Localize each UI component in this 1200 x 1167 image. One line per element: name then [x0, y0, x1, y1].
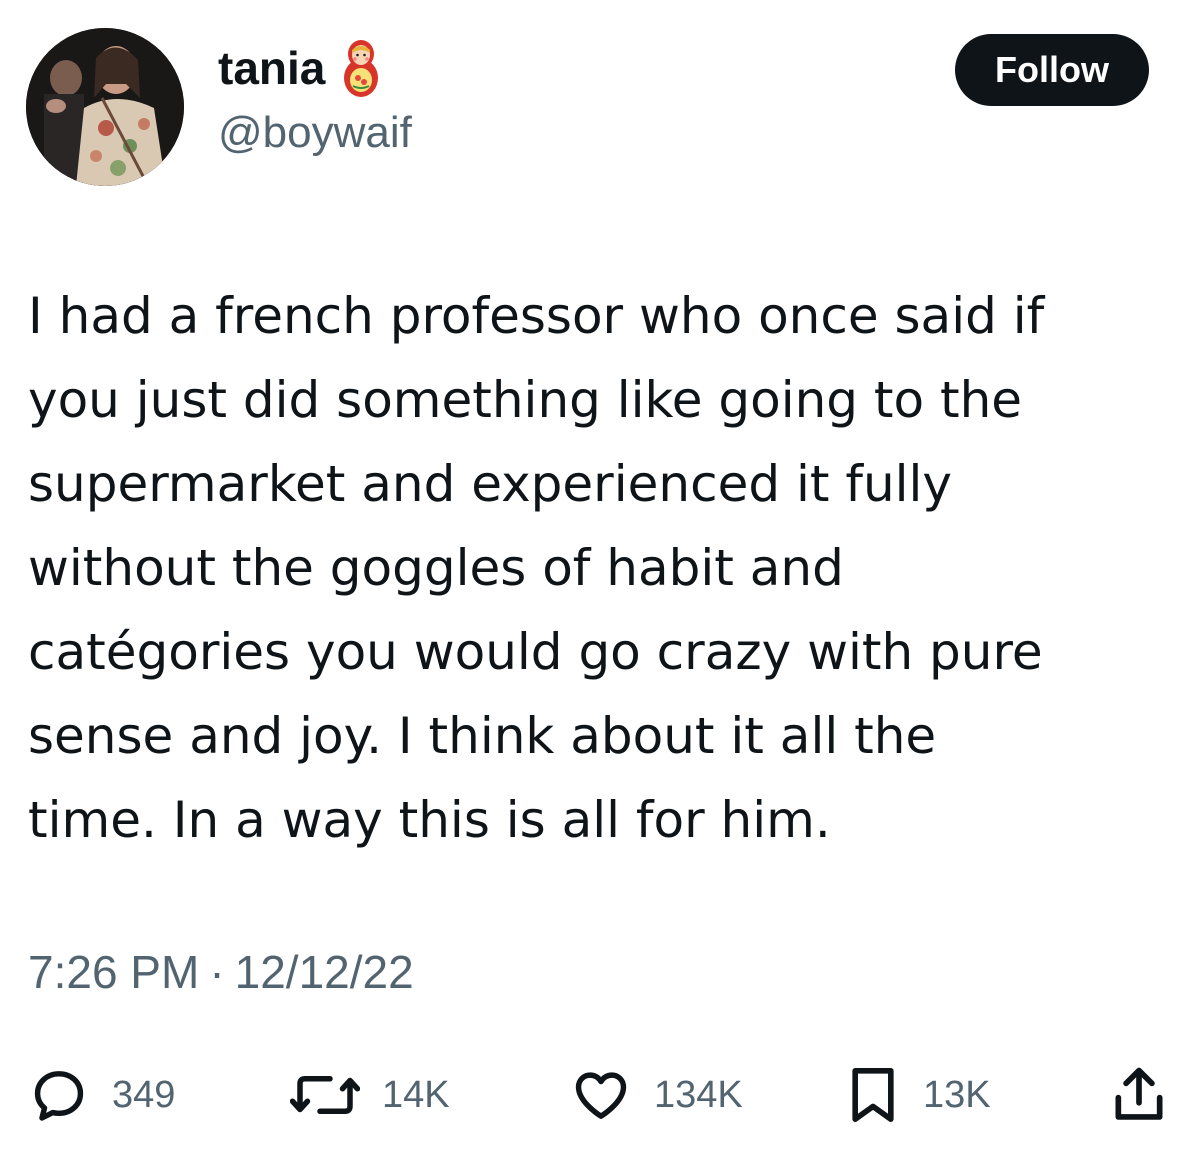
display-name[interactable]: tania: [218, 41, 325, 95]
like-button[interactable]: 134K: [570, 1060, 743, 1130]
follow-button[interactable]: Follow: [955, 34, 1149, 106]
bookmark-icon: [845, 1064, 901, 1126]
share-button[interactable]: [1110, 1060, 1168, 1130]
retweet-button[interactable]: 14K: [290, 1060, 450, 1130]
share-icon: [1110, 1064, 1168, 1126]
retweet-count: 14K: [382, 1073, 450, 1116]
retweet-icon: [290, 1064, 360, 1126]
reply-count: 349: [112, 1073, 176, 1116]
tweet-time: 7:26 PM: [28, 946, 200, 998]
heart-icon: [570, 1064, 632, 1126]
tweet-line: supermarket and experienced it fully: [28, 455, 953, 513]
tweet-date: 12/12/22: [234, 946, 414, 998]
reply-button[interactable]: 349: [28, 1060, 175, 1130]
timestamp[interactable]: 7:26 PM · 12/12/22: [28, 945, 414, 999]
avatar[interactable]: [26, 28, 184, 186]
profile-photo: [26, 28, 184, 186]
nesting-doll-icon: [341, 38, 381, 98]
display-name-row: tania: [218, 38, 381, 98]
tweet-line: I had a french professor who once said i…: [28, 287, 1045, 345]
tweet-line: sense and joy. I think about it all the: [28, 707, 937, 765]
tweet-line: catégories you would go crazy with pure: [28, 623, 1043, 681]
action-bar: 349 14K 134K 13K: [0, 1060, 1200, 1130]
bookmark-count: 13K: [923, 1073, 991, 1116]
timestamp-separator: ·: [209, 946, 225, 998]
like-count: 134K: [654, 1073, 743, 1116]
reply-icon: [28, 1064, 90, 1126]
user-handle[interactable]: @boywaif: [218, 108, 412, 158]
tweet-line: without the goggles of habit and: [28, 539, 844, 597]
tweet-line: time. In a way this is all for him.: [28, 791, 831, 849]
bookmark-button[interactable]: 13K: [845, 1060, 991, 1130]
tweet-text: I had a french professor who once said i…: [28, 274, 1178, 862]
tweet-line: you just did something like going to the: [28, 371, 1023, 429]
